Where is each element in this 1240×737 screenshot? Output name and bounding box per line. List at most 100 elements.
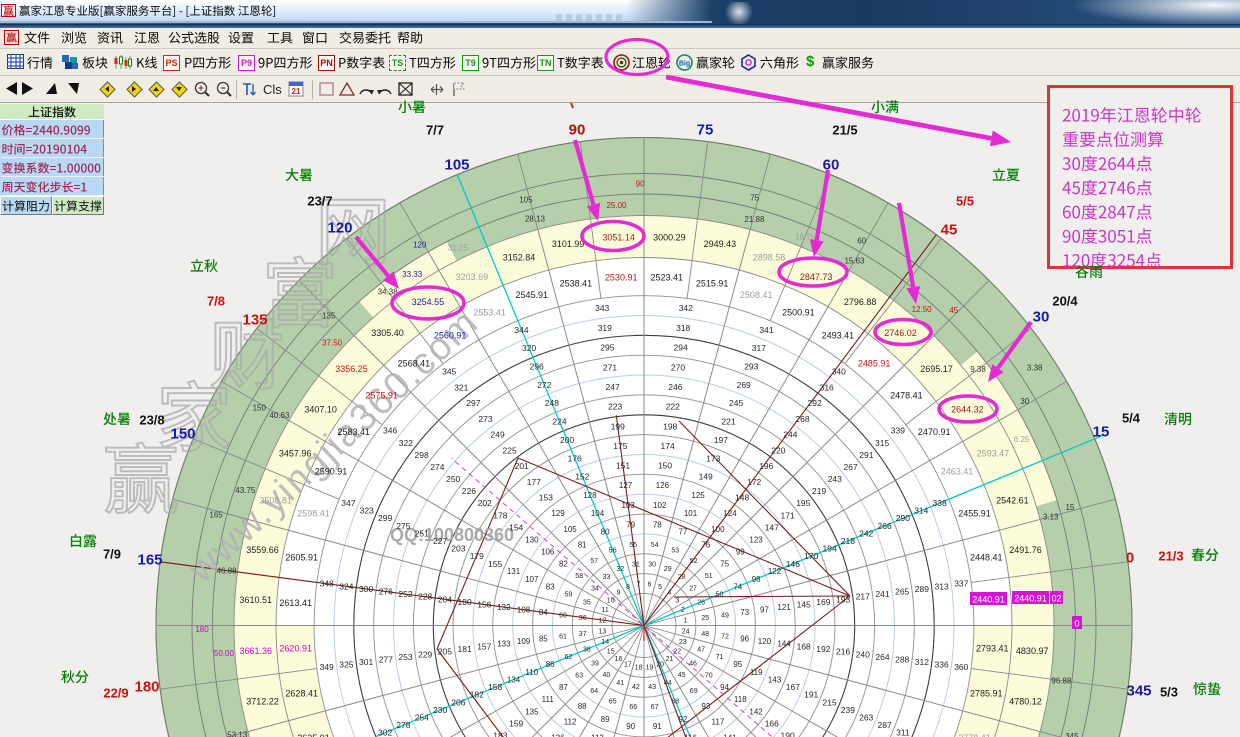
svg-text:30: 30: [1033, 309, 1050, 326]
svg-text:205: 205: [438, 647, 452, 657]
svg-text:154: 154: [509, 522, 523, 532]
svg-text:69: 69: [690, 688, 698, 695]
svg-text:31: 31: [632, 562, 640, 569]
svg-text:2478.41: 2478.41: [890, 391, 923, 401]
svg-text:141: 141: [723, 733, 737, 737]
svg-text:75: 75: [750, 193, 759, 202]
svg-text:95: 95: [733, 660, 742, 669]
svg-text:5/4: 5/4: [1122, 411, 1141, 426]
svg-text:116: 116: [684, 734, 697, 737]
svg-text:125: 125: [691, 491, 705, 500]
svg-text:98: 98: [752, 575, 761, 584]
svg-text:181: 181: [458, 644, 472, 654]
svg-text:2448.41: 2448.41: [970, 553, 1003, 563]
svg-text:2628.41: 2628.41: [285, 689, 318, 699]
svg-text:8: 8: [626, 584, 630, 591]
svg-text:75: 75: [697, 122, 714, 139]
svg-text:54: 54: [651, 542, 659, 549]
svg-text:32: 32: [616, 566, 624, 573]
svg-text:3712.22: 3712.22: [246, 697, 279, 707]
svg-text:71: 71: [716, 654, 724, 661]
svg-text:35: 35: [583, 599, 591, 606]
svg-text:38: 38: [583, 647, 591, 654]
svg-text:56: 56: [609, 548, 617, 555]
svg-text:70: 70: [705, 673, 713, 680]
svg-text:155: 155: [488, 559, 502, 569]
svg-text:224: 224: [552, 417, 566, 427]
svg-text:202: 202: [478, 498, 492, 508]
svg-text:77: 77: [678, 528, 687, 537]
svg-text:149: 149: [699, 472, 713, 482]
svg-text:247: 247: [606, 382, 620, 392]
svg-text:50: 50: [716, 592, 724, 599]
svg-text:230: 230: [433, 705, 447, 715]
svg-text:2455.91: 2455.91: [958, 509, 991, 519]
svg-text:157: 157: [477, 642, 491, 652]
svg-text:219: 219: [812, 486, 826, 496]
svg-text:48: 48: [701, 631, 709, 638]
svg-text:229: 229: [418, 649, 432, 659]
svg-text:292: 292: [808, 398, 822, 408]
svg-text:323: 323: [360, 506, 374, 516]
svg-text:320: 320: [522, 343, 536, 353]
svg-text:278: 278: [396, 720, 410, 730]
svg-text:159: 159: [509, 719, 523, 729]
svg-text:200: 200: [560, 435, 574, 445]
svg-text:2695.17: 2695.17: [920, 364, 953, 374]
svg-text:21: 21: [666, 656, 674, 663]
svg-text:267: 267: [844, 462, 858, 472]
svg-text:43.75: 43.75: [235, 486, 256, 495]
svg-text:253: 253: [398, 652, 412, 662]
svg-text:86: 86: [546, 660, 555, 669]
svg-text:45: 45: [949, 306, 958, 315]
svg-text:321: 321: [454, 382, 468, 392]
svg-text:199: 199: [611, 421, 625, 431]
svg-text:120: 120: [413, 241, 427, 250]
svg-text:53.13: 53.13: [227, 730, 248, 737]
svg-text:110: 110: [525, 668, 538, 677]
svg-text:248: 248: [545, 398, 559, 408]
svg-text:2440.91: 2440.91: [1014, 594, 1047, 604]
svg-text:228: 228: [418, 592, 432, 602]
svg-text:171: 171: [781, 510, 795, 520]
svg-text:19: 19: [646, 665, 654, 672]
svg-text:312: 312: [915, 657, 929, 667]
svg-text:87: 87: [559, 683, 568, 692]
svg-text:275: 275: [396, 521, 410, 531]
svg-text:337: 337: [954, 579, 968, 589]
svg-text:21: 21: [292, 87, 301, 96]
svg-text:314: 314: [914, 506, 928, 516]
svg-text:5: 5: [658, 584, 662, 591]
svg-text:7: 7: [637, 581, 641, 588]
svg-text:191: 191: [804, 690, 818, 700]
svg-text:135: 135: [322, 312, 336, 321]
svg-text:30: 30: [1020, 397, 1029, 406]
svg-text:2593.47: 2593.47: [977, 449, 1010, 459]
svg-text:298: 298: [415, 450, 429, 460]
svg-text:268: 268: [795, 414, 809, 424]
svg-text:2560.91: 2560.91: [434, 331, 467, 341]
svg-text:295: 295: [600, 343, 614, 353]
svg-text:3407.10: 3407.10: [304, 405, 337, 415]
svg-text:83: 83: [546, 582, 555, 591]
svg-text:3661.36: 3661.36: [240, 646, 273, 656]
svg-text:27: 27: [689, 585, 697, 592]
svg-text:45: 45: [678, 672, 686, 679]
svg-text:2598.41: 2598.41: [297, 509, 330, 519]
svg-text:10: 10: [607, 597, 615, 604]
svg-text:46.88: 46.88: [217, 566, 238, 575]
svg-text:180: 180: [458, 597, 472, 607]
svg-text:2493.41: 2493.41: [822, 331, 855, 341]
svg-text:78: 78: [653, 521, 662, 530]
svg-text:13: 13: [599, 628, 607, 635]
svg-text:96: 96: [740, 635, 749, 644]
svg-text:276: 276: [379, 587, 393, 597]
svg-text:243: 243: [828, 474, 842, 484]
svg-text:106: 106: [541, 547, 555, 556]
svg-text:245: 245: [729, 398, 743, 408]
svg-text:246: 246: [668, 382, 682, 392]
svg-text:226: 226: [462, 486, 476, 496]
svg-text:296: 296: [530, 362, 544, 372]
svg-text:104: 104: [591, 509, 605, 518]
svg-text:182: 182: [470, 690, 484, 700]
